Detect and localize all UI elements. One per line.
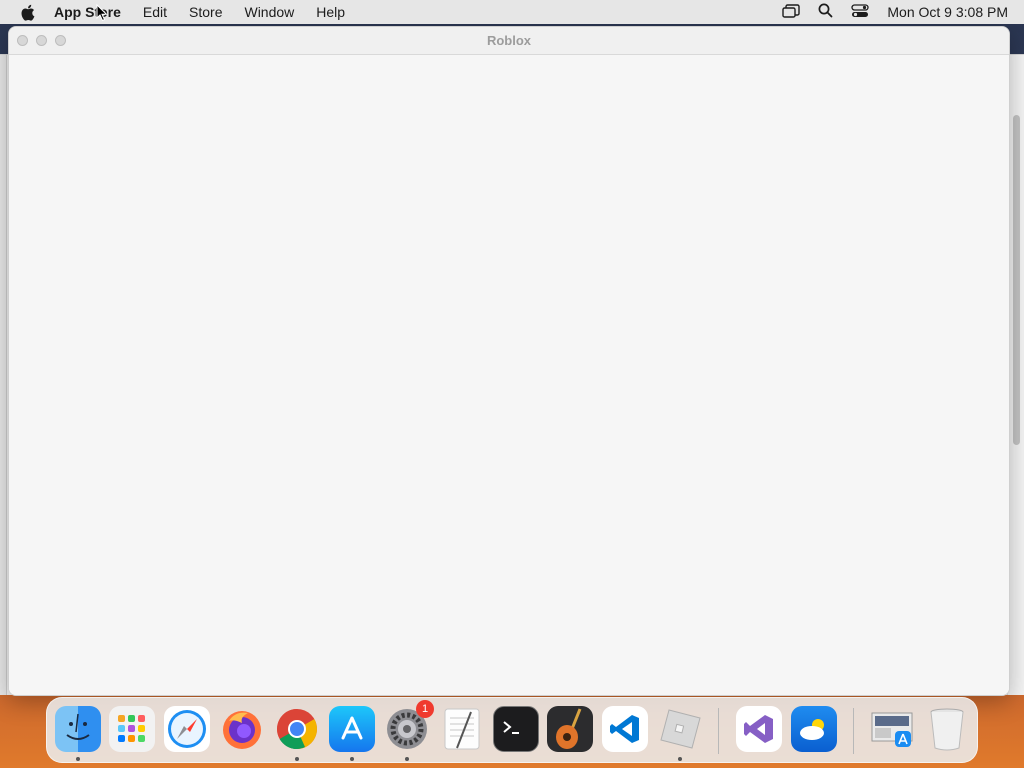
textedit-icon[interactable] [439, 706, 485, 752]
mouse-cursor-icon [96, 3, 108, 27]
safari-icon[interactable] [164, 706, 210, 752]
roblox-icon[interactable] [656, 706, 702, 752]
menu-help[interactable]: Help [305, 0, 356, 24]
running-indicator [405, 757, 409, 761]
control-center-icon[interactable] [851, 3, 870, 21]
window-content [9, 55, 1009, 695]
garageband-icon[interactable] [547, 706, 593, 752]
scrollbar-thumb[interactable] [1013, 115, 1020, 445]
dock: 1 [46, 697, 978, 763]
menu-edit[interactable]: Edit [132, 0, 178, 24]
menu-clock[interactable]: Mon Oct 9 3:08 PM [887, 4, 1008, 20]
running-indicator [295, 757, 299, 761]
visual-studio-icon[interactable] [736, 706, 782, 752]
trash-icon[interactable] [924, 706, 970, 752]
app-store-icon[interactable] [329, 706, 375, 752]
launchpad-icon[interactable] [109, 706, 155, 752]
background-window-edge [0, 55, 7, 695]
running-indicator [678, 757, 682, 761]
roblox-window: Roblox [8, 26, 1010, 696]
dock-separator [853, 708, 854, 754]
window-title: Roblox [486, 33, 532, 48]
apple-menu-icon[interactable] [16, 0, 38, 24]
chrome-icon[interactable] [274, 706, 320, 752]
menu-bar: App Store Edit Store Window Help Mon Oct… [0, 0, 1024, 24]
window-titlebar[interactable]: Roblox [9, 27, 1009, 55]
menu-app-store[interactable]: App Store [52, 0, 132, 24]
menu-store[interactable]: Store [178, 0, 233, 24]
running-indicator [350, 757, 354, 761]
spotlight-search-icon[interactable] [818, 3, 833, 21]
screen-mirroring-icon[interactable] [782, 3, 801, 21]
dock-separator [718, 708, 719, 754]
firefox-icon[interactable] [219, 706, 265, 752]
downloads-stack-icon[interactable] [869, 706, 915, 752]
menu-window[interactable]: Window [233, 0, 305, 24]
vscode-icon[interactable] [602, 706, 648, 752]
weather-icon[interactable] [791, 706, 837, 752]
running-indicator [76, 757, 80, 761]
finder-icon[interactable] [55, 706, 101, 752]
notification-badge: 1 [416, 700, 434, 718]
terminal-icon[interactable] [493, 706, 539, 752]
